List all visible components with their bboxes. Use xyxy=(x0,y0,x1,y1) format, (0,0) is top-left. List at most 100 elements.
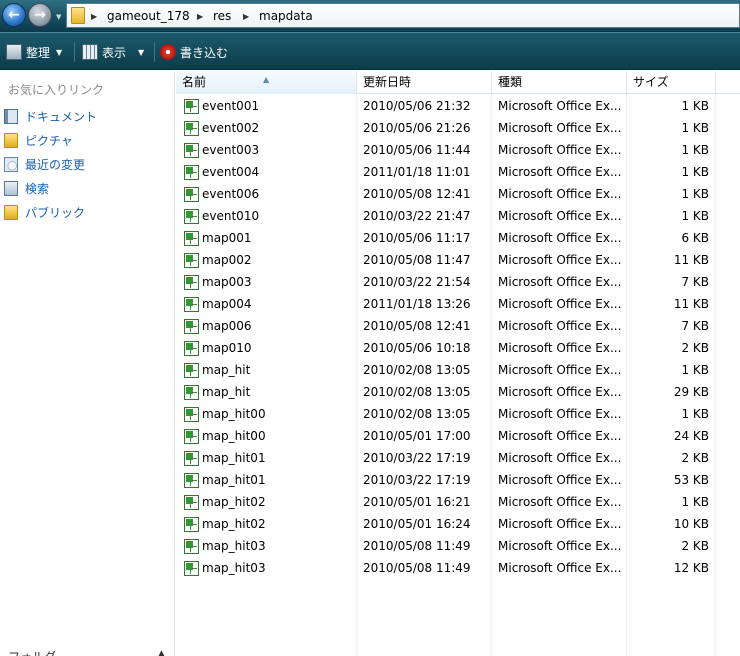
file-date: 2010/02/08 13:05 xyxy=(363,385,471,399)
nav-item-public[interactable]: パブリック xyxy=(4,202,85,222)
file-row[interactable]: event001 2010/05/06 21:32 Microsoft Office… xyxy=(176,95,740,117)
column-header-row: 名前 ▲ 更新日時 種類 サイズ xyxy=(176,71,740,94)
file-row[interactable]: event010 2010/03/22 21:47 Microsoft Office… xyxy=(176,205,740,227)
file-name-cell: map_hit00 xyxy=(184,425,354,447)
file-row[interactable]: event002 2010/05/06 21:26 Microsoft Office… xyxy=(176,117,740,139)
file-row[interactable]: map_hit02 2010/05/01 16:24 Microsoft Offic… xyxy=(176,513,740,535)
breadcrumb-item[interactable]: mapdata xyxy=(259,9,313,23)
burn-disc-icon xyxy=(160,44,176,60)
excel-file-icon xyxy=(184,274,199,290)
file-row[interactable]: map_hit01 2010/03/22 17:19 Microsoft Offic… xyxy=(176,447,740,469)
organize-button[interactable]: 整理 ▼ xyxy=(6,43,62,61)
column-header-label: 名前 xyxy=(182,75,207,89)
excel-file-icon xyxy=(184,208,199,224)
file-type: Microsoft Office Ex... xyxy=(498,473,622,487)
file-name-cell: map_hit01 xyxy=(184,447,354,469)
breadcrumb-chevron-icon[interactable]: ▶ xyxy=(197,12,203,21)
file-date: 2010/05/06 11:17 xyxy=(363,231,471,245)
nav-item-search[interactable]: 検索 xyxy=(4,178,49,198)
burn-button[interactable]: 書き込む xyxy=(160,43,228,61)
file-row[interactable]: event003 2010/05/06 11:44 Microsoft Office… xyxy=(176,139,740,161)
address-bar: ← → ▼ ▶ gameout_178 ▶ res ▶ mapdata xyxy=(0,0,740,32)
folder-icon xyxy=(71,7,85,24)
file-row[interactable]: map_hit 2010/02/08 13:05 Microsoft Office … xyxy=(176,381,740,403)
address-field[interactable]: ▶ gameout_178 ▶ res ▶ mapdata xyxy=(66,3,740,28)
excel-file-icon xyxy=(184,164,199,180)
file-date: 2010/05/01 16:21 xyxy=(363,495,471,509)
column-header-type[interactable]: 種類 xyxy=(492,71,627,94)
history-dropdown-icon[interactable]: ▼ xyxy=(56,13,61,21)
file-row[interactable]: event006 2010/05/08 12:41 Microsoft Office… xyxy=(176,183,740,205)
file-row[interactable]: map_hit02 2010/05/01 16:21 Microsoft Offic… xyxy=(176,491,740,513)
file-date: 2010/02/08 13:05 xyxy=(363,407,471,421)
file-row[interactable]: map001 2010/05/06 11:17 Microsoft Office E… xyxy=(176,227,740,249)
documents-icon xyxy=(4,108,18,124)
nav-item-label: ピクチャ xyxy=(25,133,73,148)
excel-file-icon xyxy=(184,538,199,554)
organize-label: 整理 xyxy=(26,45,51,60)
file-row[interactable]: map_hit 2010/02/08 13:05 Microsoft Office … xyxy=(176,359,740,381)
file-row[interactable]: map002 2010/05/08 11:47 Microsoft Office E… xyxy=(176,249,740,271)
file-name-cell: map006 xyxy=(184,315,354,337)
file-name-cell: event004 xyxy=(184,161,354,183)
file-size: 2 KB xyxy=(681,341,709,355)
excel-file-icon xyxy=(184,560,199,576)
folders-toggle[interactable]: フォルダ xyxy=(8,648,56,656)
file-row[interactable]: map_hit03 2010/05/08 11:49 Microsoft Offic… xyxy=(176,557,740,579)
file-name-cell: map_hit02 xyxy=(184,513,354,535)
file-name: map_hit01 xyxy=(202,451,266,465)
file-size: 2 KB xyxy=(681,539,709,553)
file-row[interactable]: map006 2010/05/08 12:41 Microsoft Office E… xyxy=(176,315,740,337)
file-size: 2 KB xyxy=(681,451,709,465)
file-row[interactable]: map_hit00 2010/02/08 13:05 Microsoft Offic… xyxy=(176,403,740,425)
sort-ascending-icon: ▲ xyxy=(263,75,270,84)
breadcrumb-item[interactable]: res xyxy=(213,9,231,23)
navigation-pane: お気に入りリンク ドキュメント ピクチャ 最近の変更 検索 パブリック フォルダ… xyxy=(0,71,175,656)
file-row[interactable]: map003 2010/03/22 21:54 Microsoft Office E… xyxy=(176,271,740,293)
file-name-cell: map_hit02 xyxy=(184,491,354,513)
column-header-date[interactable]: 更新日時 xyxy=(357,71,492,94)
file-row[interactable]: map010 2010/05/06 10:18 Microsoft Office E… xyxy=(176,337,740,359)
breadcrumb-item[interactable]: gameout_178 xyxy=(107,9,190,23)
file-name: map003 xyxy=(202,275,252,289)
file-size: 7 KB xyxy=(681,319,709,333)
file-date: 2010/05/01 17:00 xyxy=(363,429,471,443)
file-row[interactable]: map_hit03 2010/05/08 11:49 Microsoft Offic… xyxy=(176,535,740,557)
nav-item-recent[interactable]: 最近の変更 xyxy=(4,154,85,174)
file-date: 2010/05/08 12:41 xyxy=(363,319,471,333)
chevron-down-icon: ▼ xyxy=(138,47,145,57)
back-arrow-icon: ← xyxy=(8,7,20,23)
file-type: Microsoft Office Ex... xyxy=(498,121,622,135)
file-type: Microsoft Office Ex... xyxy=(498,363,622,377)
excel-file-icon xyxy=(184,362,199,378)
file-row[interactable]: map004 2011/01/18 13:26 Microsoft Office E… xyxy=(176,293,740,315)
file-date: 2010/05/06 21:32 xyxy=(363,99,471,113)
file-type: Microsoft Office Ex... xyxy=(498,231,622,245)
file-name-cell: map010 xyxy=(184,337,354,359)
nav-item-documents[interactable]: ドキュメント xyxy=(4,106,97,126)
file-row[interactable]: map_hit00 2010/05/01 17:00 Microsoft Offic… xyxy=(176,425,740,447)
file-name-cell: event010 xyxy=(184,205,354,227)
chevron-up-icon[interactable]: ▲ xyxy=(158,649,165,656)
views-button[interactable]: 表示 ▼ xyxy=(82,43,144,61)
file-name: event002 xyxy=(202,121,260,135)
back-button[interactable]: ← xyxy=(2,3,26,27)
breadcrumb-chevron-icon[interactable]: ▶ xyxy=(243,12,249,21)
nav-item-pictures[interactable]: ピクチャ xyxy=(4,130,73,150)
file-type: Microsoft Office Ex... xyxy=(498,209,622,223)
excel-file-icon xyxy=(184,406,199,422)
file-size: 1 KB xyxy=(681,495,709,509)
file-size: 1 KB xyxy=(681,209,709,223)
nav-item-label: 最近の変更 xyxy=(25,157,86,172)
file-row[interactable]: event004 2011/01/18 11:01 Microsoft Office… xyxy=(176,161,740,183)
column-header-name[interactable]: 名前 ▲ xyxy=(176,71,357,94)
file-name: map010 xyxy=(202,341,252,355)
file-date: 2010/03/22 21:54 xyxy=(363,275,471,289)
excel-file-icon xyxy=(184,494,199,510)
column-header-size[interactable]: サイズ xyxy=(627,71,716,94)
breadcrumb-chevron-icon[interactable]: ▶ xyxy=(91,12,97,21)
file-type: Microsoft Office Ex... xyxy=(498,99,622,113)
file-row[interactable]: map_hit01 2010/03/22 17:19 Microsoft Offic… xyxy=(176,469,740,491)
chevron-down-icon: ▼ xyxy=(56,47,63,57)
forward-button[interactable]: → xyxy=(28,3,52,27)
